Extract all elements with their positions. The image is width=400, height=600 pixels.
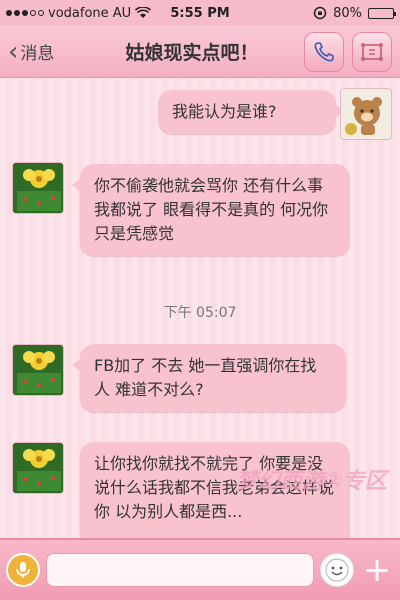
rotation-lock-icon — [313, 6, 327, 20]
wifi-icon — [135, 7, 152, 18]
back-label: 消息 — [20, 44, 55, 64]
smiley-icon — [325, 558, 349, 582]
microphone-icon — [16, 562, 30, 578]
message-input[interactable] — [46, 553, 314, 587]
signal-strength-icon — [6, 10, 44, 16]
battery-percent: 80% — [333, 5, 362, 21]
status-right: 80% — [244, 5, 396, 21]
watermark-logo: 梦幻西游②专区 — [236, 469, 387, 494]
input-bar: + — [0, 538, 400, 600]
back-button[interactable]: ‹ 消息 — [0, 39, 80, 65]
flower-avatar-icon — [13, 443, 63, 493]
contact-avatar[interactable] — [12, 344, 64, 396]
chat-area[interactable]: 我能认为是谁? 你不偷袭他就会骂你 还有什么事 我都说了 眼看得不是真的 何况你… — [0, 78, 400, 538]
phone-icon — [314, 41, 334, 61]
chevron-left-icon: ‹ — [8, 36, 19, 67]
clock: 5:55 PM — [170, 5, 230, 21]
message-bubble-incoming[interactable]: FB加了 不去 她一直强调你在找人 难道不对么? — [72, 344, 346, 412]
bear-avatar-icon — [341, 89, 391, 139]
emoji-button[interactable] — [320, 553, 354, 587]
contact-avatar[interactable] — [12, 442, 64, 494]
plus-icon: + — [362, 550, 392, 590]
chat-title: 姑娘现实点吧！ — [125, 42, 259, 64]
voice-input-button[interactable] — [6, 553, 40, 587]
contact-info-button[interactable] — [352, 31, 392, 72]
message-text: 你不偷袭他就会骂你 还有什么事 我都说了 眼看得不是真的 何况你只是凭感觉 — [94, 176, 329, 243]
battery-icon — [368, 7, 396, 19]
flower-avatar-icon — [13, 345, 63, 395]
message-bubble-outgoing[interactable]: 我能认为是谁? — [158, 90, 344, 134]
my-avatar[interactable] — [340, 88, 392, 140]
more-options-button[interactable]: + — [360, 553, 394, 587]
message-text: 我能认为是谁? — [172, 102, 277, 121]
message-bubble-incoming[interactable]: 你不偷袭他就会骂你 还有什么事 我都说了 眼看得不是真的 何况你只是凭感觉 — [72, 164, 350, 256]
carrier-info: vodafone AU — [6, 6, 156, 21]
contact-avatar[interactable] — [12, 162, 64, 214]
flower-avatar-icon — [13, 163, 63, 213]
nav-actions — [304, 31, 400, 72]
status-bar: vodafone AU 5:55 PM 80% — [0, 0, 400, 26]
call-button[interactable] — [304, 31, 344, 72]
contact-card-icon — [361, 42, 383, 61]
carrier-name: vodafone AU — [48, 5, 132, 21]
message-text: FB加了 不去 她一直强调你在找人 难道不对么? — [94, 356, 317, 399]
message-timestamp: 下午 05:07 — [163, 305, 237, 321]
nav-bar: ‹ 消息 姑娘现实点吧！ — [0, 26, 400, 78]
